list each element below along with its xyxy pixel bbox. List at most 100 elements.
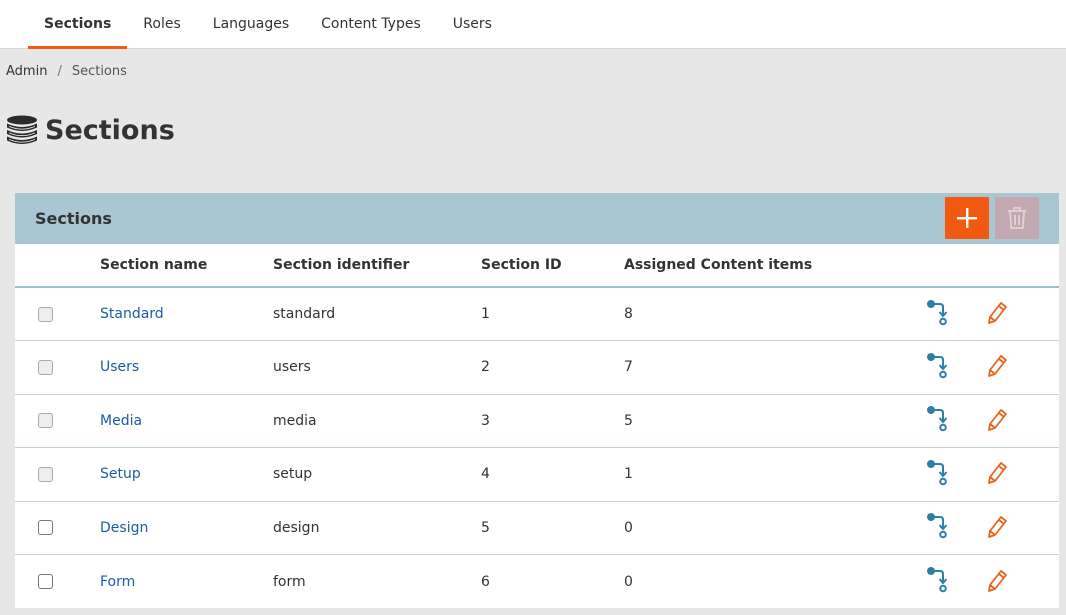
plus-icon xyxy=(957,208,977,228)
table-row: Standard standard 1 8 xyxy=(15,287,1059,341)
section-name-link[interactable]: Setup xyxy=(100,466,141,482)
add-section-button[interactable] xyxy=(945,197,989,239)
assigned-items-count: 5 xyxy=(624,394,924,448)
edit-cell xyxy=(984,394,1059,448)
tab-languages[interactable]: Languages xyxy=(197,0,305,48)
assigned-items-count: 0 xyxy=(624,501,924,555)
assign-icon xyxy=(927,513,948,539)
section-id: 2 xyxy=(481,340,624,395)
section-id: 1 xyxy=(481,287,624,341)
assign-cell xyxy=(924,501,984,555)
header-select xyxy=(15,244,100,288)
section-name-cell: Users xyxy=(100,340,273,395)
row-checkbox[interactable] xyxy=(38,520,53,536)
database-icon xyxy=(7,115,37,144)
assign-cell xyxy=(924,555,984,609)
section-name-cell: Form xyxy=(100,555,273,609)
assign-cell xyxy=(924,340,984,395)
edit-section-button[interactable] xyxy=(984,406,1012,434)
pencil-icon xyxy=(988,462,1007,485)
assign-content-button[interactable] xyxy=(924,405,952,433)
row-checkbox-cell xyxy=(15,501,100,555)
section-name-cell: Setup xyxy=(100,447,273,502)
section-name-cell: Media xyxy=(100,394,273,448)
edit-section-button[interactable] xyxy=(984,352,1012,380)
row-checkbox-cell xyxy=(15,394,100,448)
delete-section-button[interactable] xyxy=(995,197,1039,239)
section-name-cell: Standard xyxy=(100,287,273,341)
page-title: Sections xyxy=(45,115,175,146)
table-row: Design design 5 0 xyxy=(15,501,1059,555)
assigned-items-count: 1 xyxy=(624,447,924,502)
row-checkbox[interactable] xyxy=(38,359,53,375)
pencil-icon xyxy=(988,408,1007,431)
assign-icon xyxy=(927,567,948,593)
tab-users[interactable]: Users xyxy=(437,0,508,48)
assign-icon xyxy=(927,406,948,432)
page-header: Sections xyxy=(0,93,1066,168)
row-checkbox[interactable] xyxy=(38,574,53,589)
panel-header: Sections xyxy=(15,193,1059,244)
section-id: 4 xyxy=(481,447,624,502)
edit-section-button[interactable] xyxy=(984,459,1012,487)
pencil-icon xyxy=(988,569,1007,592)
assigned-items-count: 8 xyxy=(624,287,924,341)
section-name-link[interactable]: Users xyxy=(100,359,139,375)
tab-sections[interactable]: Sections xyxy=(28,0,128,49)
edit-cell xyxy=(984,501,1059,555)
edit-section-button[interactable] xyxy=(984,513,1012,541)
assign-icon xyxy=(927,299,948,325)
tab-content-types[interactable]: Content Types xyxy=(305,0,437,48)
assign-content-button[interactable] xyxy=(924,352,952,380)
edit-section-button[interactable] xyxy=(984,299,1012,327)
pencil-icon xyxy=(988,302,1007,324)
assigned-items-count: 0 xyxy=(624,573,633,590)
pencil-icon xyxy=(988,515,1007,538)
assign-content-button[interactable] xyxy=(924,459,952,487)
assign-content-button[interactable] xyxy=(924,299,952,327)
row-checkbox[interactable] xyxy=(38,466,53,482)
section-id: 3 xyxy=(481,394,624,448)
assign-content-button[interactable] xyxy=(924,566,952,594)
row-checkbox[interactable] xyxy=(38,413,53,429)
section-name-link[interactable]: Form xyxy=(100,574,135,590)
header-assign xyxy=(924,244,984,288)
header-assigned-items: Assigned Content items xyxy=(624,244,924,288)
section-identifier: setup xyxy=(273,447,481,502)
table-header-row: Section name Section identifier Section … xyxy=(15,244,1059,288)
section-name-link[interactable]: Media xyxy=(100,413,142,429)
section-name-link[interactable]: Design xyxy=(100,520,148,536)
breadcrumb-admin-link[interactable]: Admin xyxy=(6,64,47,79)
section-name-link[interactable]: Standard xyxy=(100,306,164,322)
row-checkbox-cell xyxy=(15,447,100,502)
pencil-icon xyxy=(988,355,1007,378)
header-section-identifier: Section identifier xyxy=(273,244,481,288)
section-identifier: form xyxy=(273,573,306,590)
assign-content-button[interactable] xyxy=(924,512,952,540)
header-section-id: Section ID xyxy=(481,244,624,288)
breadcrumb-current: Sections xyxy=(71,63,127,79)
assign-icon xyxy=(927,459,948,486)
assign-icon xyxy=(927,352,948,379)
row-checkbox-cell xyxy=(15,555,100,609)
table-row: Setup setup 4 1 xyxy=(15,447,1059,502)
row-checkbox-cell xyxy=(15,340,100,395)
assign-cell xyxy=(924,287,984,341)
assigned-items-count: 7 xyxy=(624,340,924,395)
section-id: 6 xyxy=(481,573,490,590)
breadcrumb-separator: / xyxy=(57,63,62,79)
top-tabs: Sections Roles Languages Content Types U… xyxy=(0,0,1066,49)
tab-roles[interactable]: Roles xyxy=(127,0,196,48)
edit-section-button[interactable] xyxy=(984,567,1012,595)
table-row: Users users 2 7 xyxy=(15,340,1059,395)
assign-cell xyxy=(924,394,984,448)
section-identifier: users xyxy=(273,340,481,395)
table-body: Standard standard 1 8 Users users 2 7 Me… xyxy=(15,287,1059,608)
assign-cell xyxy=(924,447,984,502)
edit-cell xyxy=(984,447,1059,502)
header-section-name: Section name xyxy=(100,244,273,288)
edit-cell xyxy=(984,555,1059,609)
row-checkbox[interactable] xyxy=(38,306,53,322)
table-row: Media media 3 5 xyxy=(15,394,1059,448)
sections-panel: Sections Section name Section identifier… xyxy=(15,193,1059,608)
